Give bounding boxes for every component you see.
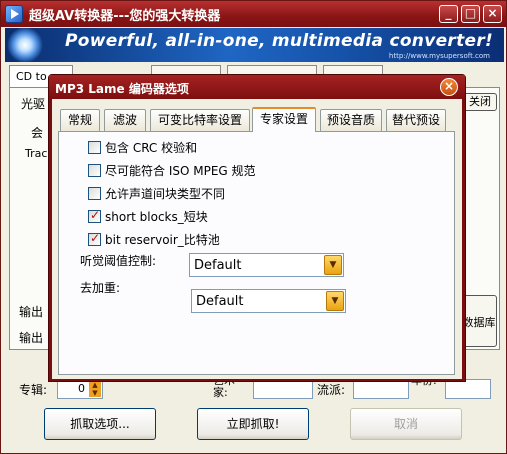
database-button[interactable]: 数据库	[461, 295, 497, 347]
emphasis-select[interactable]: Default ▼	[191, 289, 346, 313]
banner-sparkle-icon	[5, 28, 45, 62]
dialog-title: MP3 Lame 编码器选项	[55, 82, 189, 96]
tab-filter[interactable]: 滤波	[104, 109, 146, 131]
cancel-button[interactable]: 取消	[350, 408, 462, 440]
tab-general[interactable]: 常规	[60, 109, 100, 131]
close-button[interactable]: ×	[483, 5, 502, 23]
threshold-value: Default	[194, 258, 242, 273]
maximize-button[interactable]: □	[461, 5, 480, 23]
threshold-label: 听觉阈值控制:	[80, 254, 157, 268]
drive-label: 光驱	[21, 97, 46, 111]
checkbox-box-checked[interactable]	[88, 208, 101, 223]
genre-field[interactable]	[353, 379, 409, 399]
minimize-button[interactable]: _	[439, 5, 458, 23]
chevron-down-icon[interactable]: ▼	[326, 291, 344, 311]
banner-tagline: Powerful, all-in-one, multimedia convert…	[65, 31, 494, 51]
chevron-down-icon[interactable]: ▼	[324, 255, 342, 275]
tab-vbr[interactable]: 可变比特率设置	[150, 109, 250, 131]
crc-checkbox[interactable]: 包含 CRC 校验和	[88, 139, 197, 155]
banner-url: http://www.mysupersoft.com	[388, 52, 490, 60]
year-field[interactable]	[445, 379, 491, 399]
album-stepper[interactable]: 0 ▲ ▼	[57, 379, 103, 399]
output-label-2: 输出	[19, 331, 44, 345]
crc-label: 包含 CRC 校验和	[105, 141, 198, 155]
tab-expert[interactable]: 专家设置	[252, 107, 316, 132]
window-title: 超级AV转换器---您的强大转换器	[29, 9, 221, 24]
short-blocks-checkbox[interactable]: short blocks_短块	[88, 208, 208, 224]
album-value: 0	[78, 382, 85, 395]
dialog-body: 常规 滤波 可变比特率设置 专家设置 预设音质 替代预设 包含 CRC 校验和 …	[52, 99, 462, 379]
emphasis-value: Default	[196, 294, 244, 309]
main-close-button[interactable]: 关闭	[463, 93, 497, 111]
banner: Powerful, all-in-one, multimedia convert…	[5, 28, 504, 62]
emphasis-label: 去加重:	[80, 281, 121, 295]
mp3-encoder-dialog: MP3 Lame 编码器选项 × 常规 滤波 可变比特率设置 专家设置 预设音质…	[48, 74, 466, 382]
title-bar: 超级AV转换器---您的强大转换器 _ □ ×	[1, 1, 506, 27]
artist-field[interactable]	[253, 379, 313, 399]
checkbox-box[interactable]	[88, 187, 101, 200]
app-play-icon	[5, 5, 23, 23]
short-blocks-label: short blocks_短块	[105, 210, 208, 224]
block-type-label: 允许声道间块类型不同	[105, 187, 226, 201]
bit-reservoir-checkbox[interactable]: bit reservoir_比特池	[88, 231, 220, 247]
tab-preset-quality[interactable]: 预设音质	[320, 109, 382, 131]
checkbox-box-checked[interactable]	[88, 231, 101, 246]
dialog-title-bar: MP3 Lame 编码器选项 ×	[49, 75, 465, 99]
stepper-arrows-icon[interactable]: ▲ ▼	[89, 381, 101, 397]
checkbox-box[interactable]	[88, 141, 101, 154]
genre-label: 流派:	[317, 383, 346, 397]
iso-checkbox[interactable]: 尽可能符合 ISO MPEG 规范	[88, 162, 256, 178]
grab-now-button[interactable]: 立即抓取!	[197, 408, 309, 440]
iso-label: 尽可能符合 ISO MPEG 规范	[105, 164, 256, 178]
group-label: 会	[31, 126, 44, 140]
track-header: Trac	[25, 147, 48, 160]
tab-alt-preset[interactable]: 替代预设	[386, 109, 446, 131]
dialog-close-button[interactable]: ×	[440, 78, 458, 96]
threshold-select[interactable]: Default ▼	[189, 253, 344, 277]
grab-options-button[interactable]: 抓取选项...	[44, 408, 156, 440]
block-type-checkbox[interactable]: 允许声道间块类型不同	[88, 185, 225, 201]
bit-reservoir-label: bit reservoir_比特池	[105, 233, 220, 247]
checkbox-box[interactable]	[88, 164, 101, 177]
album-label: 专辑:	[19, 383, 48, 397]
output-label-1: 输出	[19, 305, 44, 319]
